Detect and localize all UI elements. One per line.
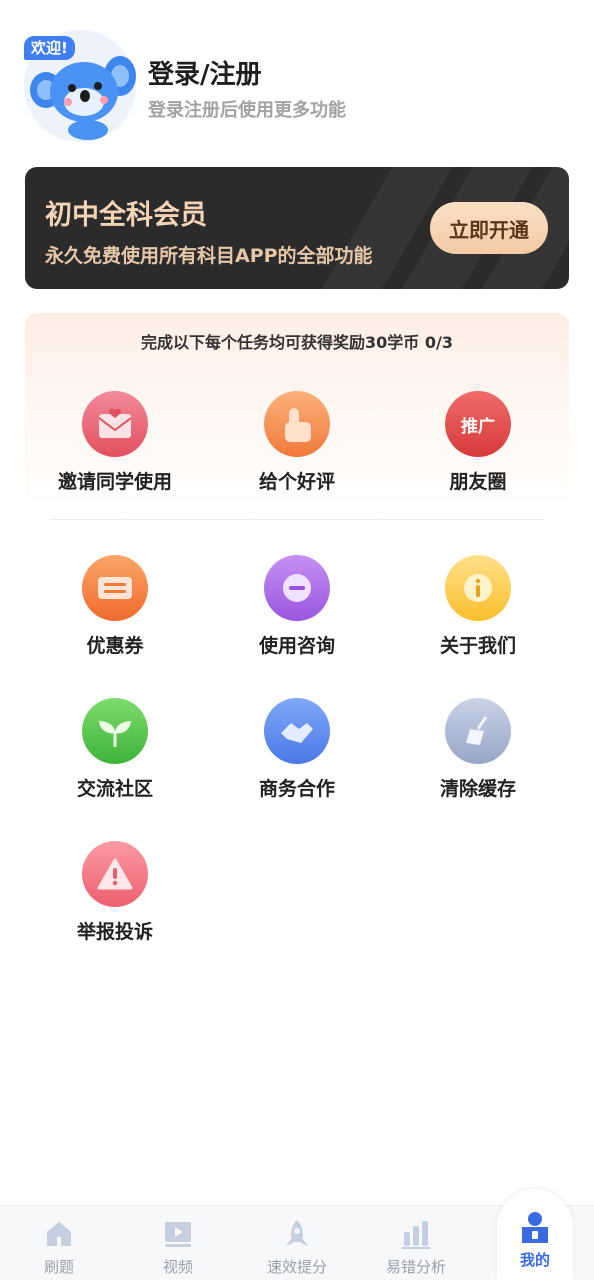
task-label: 朋友圈	[449, 471, 507, 493]
profile-header[interactable]: 欢迎! 登录/注册 登录注册后使用更多功能	[24, 30, 570, 145]
rocket-icon	[281, 1218, 313, 1250]
coupon-icon	[82, 555, 148, 621]
member-subtitle: 永久免费使用所有科目APP的全部功能	[45, 245, 373, 267]
feature-business[interactable]: 商务合作	[207, 698, 387, 801]
task-invite[interactable]: 邀请同学使用	[25, 391, 205, 494]
feature-label: 关于我们	[439, 635, 516, 657]
nav-item-mistakes[interactable]: 易错分析	[357, 1206, 475, 1280]
feature-label: 使用咨询	[258, 635, 335, 657]
video-icon	[162, 1218, 194, 1250]
task-review[interactable]: 给个好评	[207, 391, 387, 494]
login-title[interactable]: 登录/注册	[148, 54, 262, 91]
feature-coupon[interactable]: 优惠券	[25, 555, 205, 658]
task-label: 给个好评	[258, 471, 335, 493]
nav-label: 我的	[519, 1251, 550, 1269]
nav-label: 速效提分	[266, 1258, 327, 1276]
feature-label: 举报投诉	[76, 921, 153, 943]
task-heading: 完成以下每个任务均可获得奖励30学币 0/3	[141, 333, 453, 352]
warning-icon	[82, 841, 148, 907]
chat-icon	[264, 555, 330, 621]
feature-label: 交流社区	[76, 778, 153, 800]
feature-label: 清除缓存	[439, 778, 516, 800]
nav-label: 视频	[162, 1258, 193, 1276]
task-label: 邀请同学使用	[57, 471, 172, 493]
profile-icon	[519, 1211, 551, 1245]
nav-item-mine[interactable]: 我的	[497, 1189, 573, 1280]
promote-badge-text: 推广	[461, 416, 495, 437]
invite-icon	[82, 391, 148, 457]
sprout-icon	[82, 698, 148, 764]
member-title: 初中全科会员	[45, 200, 207, 231]
member-banner[interactable]: 初中全科会员 永久免费使用所有科目APP的全部功能 立即开通	[25, 167, 569, 289]
avatar[interactable]: 欢迎!	[24, 30, 136, 142]
feature-clear-cache[interactable]: 清除缓存	[388, 698, 568, 801]
handshake-icon	[264, 698, 330, 764]
broom-icon	[445, 698, 511, 764]
feature-community[interactable]: 交流社区	[25, 698, 205, 801]
nav-item-video[interactable]: 视频	[119, 1206, 237, 1280]
promote-icon: 推广	[445, 391, 511, 457]
bar-chart-icon	[400, 1218, 432, 1250]
nav-label: 易错分析	[385, 1258, 446, 1276]
feature-consult[interactable]: 使用咨询	[207, 555, 387, 658]
thumbs-up-icon	[264, 391, 330, 457]
welcome-badge: 欢迎!	[24, 36, 75, 60]
login-subtitle: 登录注册后使用更多功能	[148, 100, 346, 121]
info-icon	[445, 555, 511, 621]
task-moments[interactable]: 推广 朋友圈	[388, 391, 568, 494]
feature-report[interactable]: 举报投诉	[25, 841, 205, 944]
home-icon	[43, 1218, 75, 1250]
feature-label: 商务合作	[258, 778, 335, 800]
section-divider	[50, 519, 544, 520]
nav-item-boost[interactable]: 速效提分	[238, 1206, 356, 1280]
nav-label: 刷题	[43, 1258, 74, 1276]
open-membership-button[interactable]: 立即开通	[430, 202, 548, 254]
feature-label: 优惠券	[86, 635, 144, 657]
nav-item-practice[interactable]: 刷题	[0, 1206, 118, 1280]
feature-about[interactable]: 关于我们	[388, 555, 568, 658]
